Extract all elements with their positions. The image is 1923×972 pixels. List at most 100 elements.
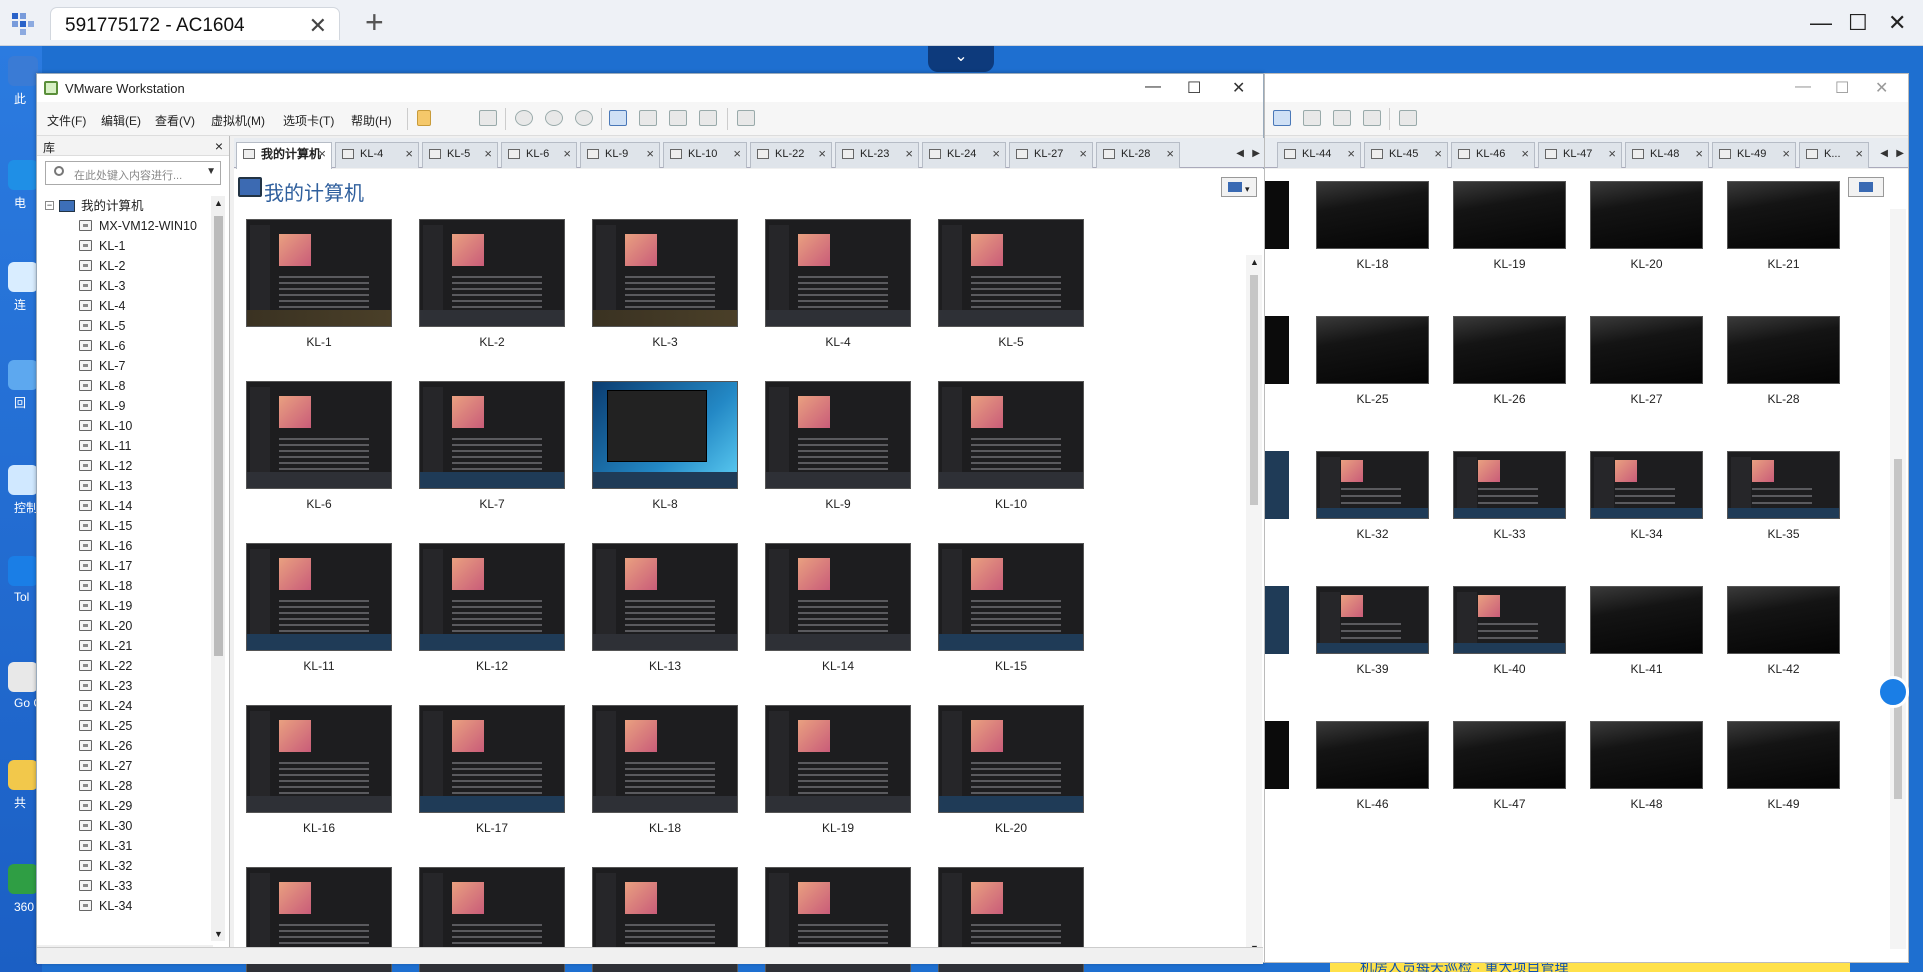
vm-thumbnail[interactable]: KL-15 <box>938 543 1084 673</box>
close-tab-icon[interactable]: × <box>1079 143 1087 165</box>
tab-vm[interactable]: KL-28 × <box>1096 142 1180 168</box>
tree-item-vm[interactable]: KL-22 <box>37 656 217 676</box>
vm-thumbnail[interactable]: KL-49 <box>1727 721 1840 823</box>
tree-item-vm[interactable]: KL-15 <box>37 516 217 536</box>
vm-thumbnail[interactable]: KL-35 <box>1727 451 1840 553</box>
vm-thumbnail-partial[interactable] <box>1265 451 1289 519</box>
snapshot-icon[interactable] <box>515 110 533 126</box>
vm-thumbnail[interactable]: KL-14 <box>765 543 911 673</box>
tab-vm[interactable]: KL-48 × <box>1625 142 1709 168</box>
vm-thumbnail[interactable]: KL-47 <box>1453 721 1566 823</box>
desktop-shortcut-icon[interactable] <box>8 864 38 894</box>
tree-item-vm[interactable]: KL-14 <box>37 496 217 516</box>
desktop-shortcut-icon[interactable] <box>8 662 38 692</box>
chevron-down-icon[interactable]: ▼ <box>206 166 216 177</box>
tree-item-vm[interactable]: KL-19 <box>37 596 217 616</box>
vm-thumbnail[interactable]: KL-4 <box>765 219 911 349</box>
tree-item-vm[interactable]: KL-29 <box>37 796 217 816</box>
snapshot-manager-icon[interactable] <box>575 110 593 126</box>
vm-thumbnail-partial[interactable] <box>1265 316 1289 384</box>
tab-vm[interactable]: KL-27 × <box>1009 142 1093 168</box>
vm-thumbnail[interactable]: KL-10 <box>938 381 1084 511</box>
desktop-shortcut-icon[interactable] <box>8 56 38 86</box>
vmware2-scroll-thumb[interactable] <box>1894 459 1902 799</box>
tab-vm[interactable]: KL-9 × <box>580 142 660 168</box>
vm-thumbnail[interactable]: KL-48 <box>1590 721 1703 823</box>
desktop-shortcut-icon[interactable] <box>8 760 38 790</box>
vmware-minimize-button[interactable]: — <box>1145 78 1161 96</box>
close-tab-icon[interactable]: × <box>646 143 654 165</box>
vmware-maximize-button[interactable]: ☐ <box>1187 78 1201 98</box>
console-view-icon[interactable] <box>1399 110 1417 126</box>
unity-icon[interactable] <box>1363 110 1381 126</box>
vm-thumbnail[interactable]: KL-6 <box>246 381 392 511</box>
vm-thumbnail[interactable]: KL-42 <box>1727 586 1840 688</box>
tree-item-vm[interactable]: KL-33 <box>37 876 217 896</box>
menu-tabs[interactable]: 选项卡(T) <box>283 112 334 129</box>
remote-session-tab[interactable]: 591775172 - AC1604 ✕ <box>50 7 340 40</box>
tab-scroll-left-icon[interactable]: ◀ <box>1880 148 1888 159</box>
close-tab-icon[interactable]: × <box>1521 143 1529 165</box>
tab-scroll-left-icon[interactable]: ◀ <box>1236 148 1244 159</box>
send-ctrl-alt-del-icon[interactable] <box>479 110 497 126</box>
desktop-shortcut-icon[interactable] <box>8 160 38 190</box>
close-tab-icon[interactable]: × <box>733 143 741 165</box>
library-close-icon[interactable]: × <box>215 138 223 154</box>
tree-item-vm[interactable]: KL-10 <box>37 416 217 436</box>
close-tab-icon[interactable]: × <box>1695 143 1703 165</box>
vm-thumbnail[interactable]: KL-7 <box>419 381 565 511</box>
close-tab-icon[interactable]: × <box>905 143 913 165</box>
full-screen-icon[interactable] <box>669 110 687 126</box>
close-window-button[interactable]: ✕ <box>1888 10 1906 36</box>
thumbnail-bar-icon[interactable] <box>639 110 657 126</box>
collapse-icon[interactable]: − <box>45 201 54 210</box>
tree-item-vm[interactable]: KL-25 <box>37 716 217 736</box>
tree-item-vm[interactable]: KL-8 <box>37 376 217 396</box>
tree-item-vm[interactable]: KL-31 <box>37 836 217 856</box>
vm-thumbnail[interactable]: KL-3 <box>592 219 738 349</box>
console-view-icon[interactable] <box>737 110 755 126</box>
content-scroll-thumb[interactable] <box>1250 275 1258 505</box>
view-mode-button[interactable] <box>1848 177 1884 197</box>
vm-thumbnail[interactable]: KL-1 <box>246 219 392 349</box>
content-scrollbar[interactable]: ▲ ▼ <box>1246 255 1262 955</box>
tab-my-computer[interactable]: 我的计算机 × <box>236 142 332 169</box>
menu-help[interactable]: 帮助(H) <box>351 112 392 129</box>
tree-item-vm[interactable]: KL-1 <box>37 236 217 256</box>
library-scroll-thumb[interactable] <box>214 216 223 656</box>
vm-thumbnail[interactable]: KL-32 <box>1316 451 1429 553</box>
vm-thumbnail[interactable]: KL-21 <box>1727 181 1840 283</box>
vmware-close-button[interactable]: ✕ <box>1232 78 1245 98</box>
vm-thumbnail[interactable]: KL-27 <box>1590 316 1703 418</box>
vm-thumbnail[interactable]: KL-11 <box>246 543 392 673</box>
tree-item-vm[interactable]: KL-28 <box>37 776 217 796</box>
vm-thumbnail[interactable]: KL-25 <box>1316 316 1429 418</box>
tree-item-vm[interactable]: KL-4 <box>37 296 217 316</box>
tree-item-vm[interactable]: KL-34 <box>37 896 217 916</box>
vm-thumbnail[interactable]: KL-41 <box>1590 586 1703 688</box>
vm-thumbnail[interactable]: KL-28 <box>1727 316 1840 418</box>
tab-vm[interactable]: KL-47 × <box>1538 142 1622 168</box>
tree-item-vm[interactable]: KL-7 <box>37 356 217 376</box>
menu-view[interactable]: 查看(V) <box>155 112 195 129</box>
close-tab-icon[interactable]: × <box>992 143 1000 165</box>
tree-item-vm[interactable]: KL-20 <box>37 616 217 636</box>
vm-thumbnail[interactable]: KL-20 <box>938 705 1084 835</box>
tab-scroll-right-icon[interactable]: ▶ <box>1252 148 1260 159</box>
vm-thumbnail[interactable]: KL-33 <box>1453 451 1566 553</box>
close-tab-icon[interactable]: × <box>1855 143 1863 165</box>
menu-file[interactable]: 文件(F) <box>47 112 86 129</box>
tree-item-vm[interactable]: KL-12 <box>37 456 217 476</box>
vmware2-scrollbar[interactable] <box>1890 209 1906 949</box>
vm-thumbnail-partial[interactable] <box>1265 721 1289 789</box>
tab-vm[interactable]: KL-24 × <box>922 142 1006 168</box>
tab-vm[interactable]: KL-5 × <box>422 142 498 168</box>
tree-root-my-computer[interactable]: − 我的计算机 <box>37 196 217 216</box>
library-search-input[interactable]: 在此处键入内容进行... ▼ <box>45 161 221 185</box>
close-tab-icon[interactable]: × <box>563 143 571 165</box>
tree-item-vm[interactable]: KL-21 <box>37 636 217 656</box>
close-tab-icon[interactable]: × <box>1608 143 1616 165</box>
tree-item-vm[interactable]: KL-11 <box>37 436 217 456</box>
close-tab-icon[interactable]: × <box>318 143 326 165</box>
toolbar-pull-tab[interactable]: ⌄ <box>928 46 994 72</box>
